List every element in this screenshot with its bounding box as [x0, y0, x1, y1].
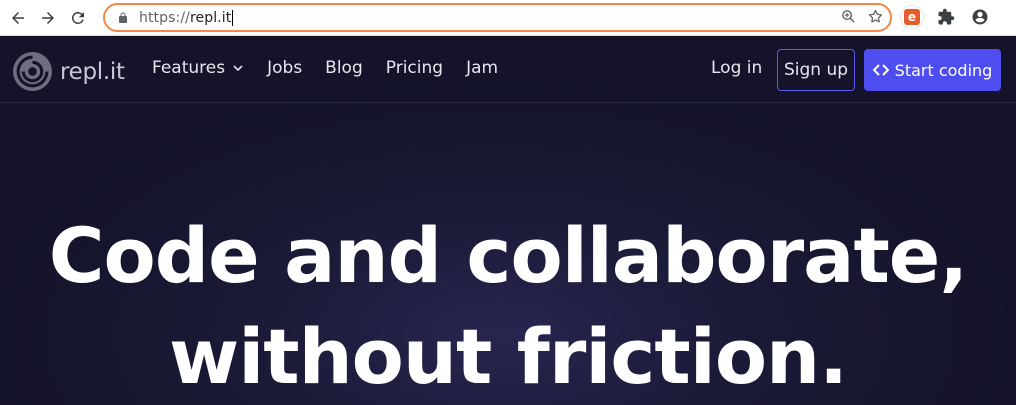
browser-toolbar: https://repl.it e [0, 0, 1016, 36]
code-brackets-icon [872, 64, 889, 76]
menu-item-features[interactable]: Features [152, 58, 244, 78]
main-menu: Features Jobs Blog Pricing Jam [152, 58, 521, 78]
url-scheme: https:// [139, 9, 190, 26]
hero-heading-line-2: without friction. [168, 312, 848, 401]
menu-item-jam[interactable]: Jam [466, 58, 498, 78]
menu-item-jobs[interactable]: Jobs [267, 58, 302, 78]
extension-e-icon: e [904, 9, 920, 25]
menu-item-label: Jobs [267, 58, 303, 78]
signup-label: Sign up [783, 60, 849, 80]
back-button[interactable] [3, 3, 33, 33]
start-coding-label: Start coding [894, 60, 993, 80]
forward-button[interactable] [33, 3, 63, 33]
url-text: https://repl.it [139, 9, 234, 26]
back-arrow-icon [12, 11, 24, 24]
login-link[interactable]: Log in [711, 58, 762, 78]
account-icon [972, 9, 988, 25]
menu-item-label: Features [152, 58, 226, 78]
repl-it-page: repl.it Features Jobs Blog Pricing Jam L… [0, 36, 1016, 405]
star-icon[interactable] [867, 8, 884, 25]
reload-button[interactable] [63, 3, 93, 33]
menu-item-label: Jam [466, 58, 499, 78]
extension-e-button[interactable]: e [900, 5, 924, 29]
extensions-button[interactable] [934, 5, 958, 29]
signup-button[interactable]: Sign up [777, 49, 855, 91]
url-host: repl.it [189, 9, 232, 26]
start-coding-button[interactable]: Start coding [864, 49, 1001, 91]
text-caret [232, 9, 234, 26]
chevron-down-icon [233, 65, 243, 72]
menu-item-pricing[interactable]: Pricing [386, 58, 443, 78]
zoom-icon[interactable] [840, 8, 857, 25]
menu-item-label: Blog [325, 58, 363, 78]
reload-icon [71, 11, 84, 24]
site-header: repl.it Features Jobs Blog Pricing Jam L… [0, 36, 1016, 103]
puzzle-icon [938, 8, 955, 25]
profile-button[interactable] [968, 5, 992, 29]
site-logo[interactable]: repl.it [12, 51, 125, 92]
logo-text: repl.it [60, 58, 125, 85]
hero-heading-line-1: Code and collaborate, [48, 211, 968, 300]
menu-item-label: Pricing [385, 58, 444, 78]
address-bar[interactable]: https://repl.it [103, 3, 892, 32]
menu-item-blog[interactable]: Blog [325, 58, 363, 78]
lock-icon [117, 11, 131, 25]
replit-logo-icon [13, 52, 52, 91]
forward-arrow-icon [42, 11, 54, 24]
